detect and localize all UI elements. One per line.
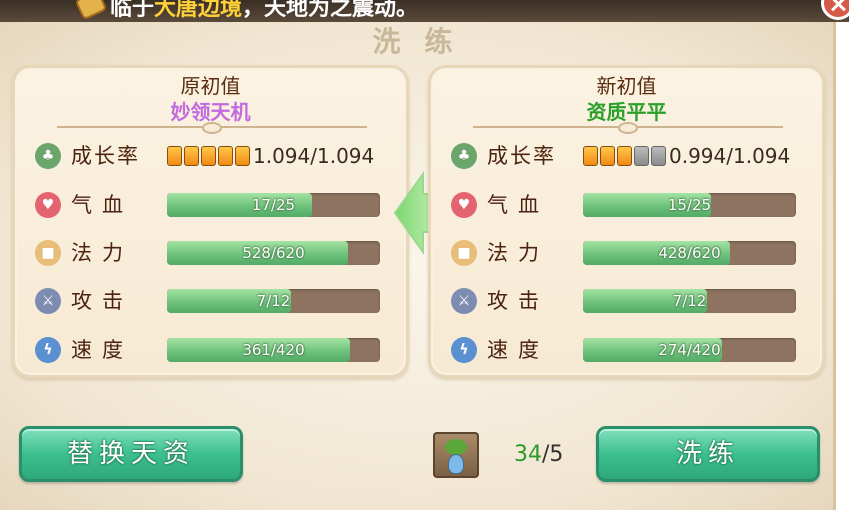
stat-label: 气血 bbox=[71, 193, 133, 217]
stat-label: 法力 bbox=[487, 241, 549, 265]
star-on bbox=[184, 146, 199, 166]
vase-icon bbox=[448, 454, 464, 474]
stat-bar: 428/620 bbox=[583, 241, 796, 265]
growth-stars bbox=[583, 146, 666, 166]
stat-row-spd: ϟ 速度 361/420 bbox=[15, 335, 406, 365]
stat-value: 528/620 bbox=[242, 244, 305, 262]
sprout-icon: ♣ bbox=[35, 143, 61, 169]
stat-row-spd: ϟ 速度 274/420 bbox=[431, 335, 822, 365]
stat-label: 气血 bbox=[487, 193, 549, 217]
stat-bar: 7/12 bbox=[583, 289, 796, 313]
item-count: 34/5 bbox=[514, 440, 563, 470]
stat-bar: 528/620 bbox=[167, 241, 380, 265]
sword-icon: ⚔ bbox=[35, 288, 61, 314]
card-heading: 原初值 bbox=[180, 74, 241, 98]
potted-plant-icon bbox=[445, 439, 467, 455]
stat-row-hp: ♥ 气血 17/25 bbox=[15, 190, 406, 220]
mana-icon: ■ bbox=[451, 240, 477, 266]
stat-label: 速度 bbox=[71, 338, 133, 362]
divider bbox=[473, 122, 783, 134]
sword-icon: ⚔ bbox=[451, 288, 477, 314]
new-stats-card: 新初值 资质平平 ♣ 成长率 0.994/1.094 ♥ 气血 15/25 ■ … bbox=[428, 65, 825, 378]
stat-bar: 361/420 bbox=[167, 338, 380, 362]
lightning-icon: ϟ bbox=[35, 337, 61, 363]
stat-label: 法力 bbox=[71, 241, 133, 265]
item-slot[interactable] bbox=[433, 432, 479, 478]
right-edge bbox=[836, 22, 849, 510]
growth-label: 成长率 bbox=[487, 144, 556, 168]
stat-bar: 17/25 bbox=[167, 193, 380, 217]
stat-label: 攻击 bbox=[71, 289, 133, 313]
star-on bbox=[218, 146, 233, 166]
stat-value: 7/12 bbox=[256, 292, 291, 310]
stat-value: 7/12 bbox=[672, 292, 707, 310]
banner-text: 临于大唐边境，天地为之震动。 bbox=[110, 0, 419, 21]
replace-talent-button[interactable]: 替换天资 bbox=[19, 426, 243, 482]
mana-icon: ■ bbox=[35, 240, 61, 266]
growth-row: ♣ 成长率 1.094/1.094 bbox=[15, 141, 406, 171]
heart-icon: ♥ bbox=[451, 192, 477, 218]
growth-row: ♣ 成长率 0.994/1.094 bbox=[431, 141, 822, 171]
panel-title: 洗练 bbox=[372, 25, 477, 58]
item-need: 5 bbox=[549, 442, 564, 467]
star-on bbox=[235, 146, 250, 166]
stat-bar: 15/25 bbox=[583, 193, 796, 217]
heart-icon: ♥ bbox=[35, 192, 61, 218]
stat-label: 速度 bbox=[487, 338, 549, 362]
growth-label: 成长率 bbox=[71, 144, 140, 168]
lightning-icon: ϟ bbox=[451, 337, 477, 363]
stat-bar: 7/12 bbox=[167, 289, 380, 313]
star-on bbox=[617, 146, 632, 166]
stat-value: 274/420 bbox=[658, 341, 721, 359]
quality-label: 资质平平 bbox=[586, 100, 667, 124]
stat-row-atk: ⚔ 攻击 7/12 bbox=[431, 286, 822, 316]
stat-value: 428/620 bbox=[658, 244, 721, 262]
stat-row-hp: ♥ 气血 15/25 bbox=[431, 190, 822, 220]
growth-stars bbox=[167, 146, 250, 166]
wash-button[interactable]: 洗练 bbox=[596, 426, 820, 482]
stat-row-atk: ⚔ 攻击 7/12 bbox=[15, 286, 406, 316]
stat-row-mp: ■ 法力 528/620 bbox=[15, 238, 406, 268]
star-on bbox=[201, 146, 216, 166]
stat-value: 15/25 bbox=[667, 196, 712, 214]
stat-row-mp: ■ 法力 428/620 bbox=[431, 238, 822, 268]
divider bbox=[57, 122, 367, 134]
quality-label: 妙领天机 bbox=[170, 100, 251, 124]
top-banner: 临于大唐边境，天地为之震动。 bbox=[0, 0, 849, 22]
star-off bbox=[651, 146, 666, 166]
scroll-icon bbox=[74, 0, 108, 21]
star-on bbox=[167, 146, 182, 166]
item-have: 34 bbox=[514, 442, 542, 467]
growth-value: 0.994/1.094 bbox=[669, 144, 791, 168]
star-on bbox=[583, 146, 598, 166]
sprout-icon: ♣ bbox=[451, 143, 477, 169]
stat-value: 361/420 bbox=[242, 341, 305, 359]
star-off bbox=[634, 146, 649, 166]
stat-label: 攻击 bbox=[487, 289, 549, 313]
card-heading: 新初值 bbox=[596, 74, 657, 98]
stat-value: 17/25 bbox=[251, 196, 296, 214]
star-on bbox=[600, 146, 615, 166]
growth-value: 1.094/1.094 bbox=[253, 144, 375, 168]
original-stats-card: 原初值 妙领天机 ♣ 成长率 1.094/1.094 ♥ 气血 17/25 ■ … bbox=[12, 65, 409, 378]
stat-bar: 274/420 bbox=[583, 338, 796, 362]
